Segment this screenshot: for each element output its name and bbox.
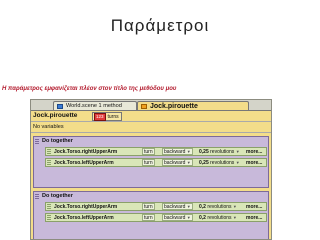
direction-dropdown[interactable]: backward ▼	[162, 214, 193, 221]
variables-row: No variables	[31, 122, 271, 133]
chevron-down-icon: ▼	[232, 204, 237, 209]
statement-row[interactable]: Jock.Torso.rightUpperArm turn backward ▼…	[45, 202, 267, 211]
more-button[interactable]: more...	[246, 214, 262, 222]
method-dropdown[interactable]: turn	[142, 203, 155, 210]
method-dropdown[interactable]: turn	[142, 159, 155, 166]
chevron-down-icon: ▼	[186, 204, 191, 209]
statement-target: Jock.Torso.rightUpperArm	[54, 204, 118, 210]
statement-row[interactable]: Jock.Torso.rightUpperArm turn backward ▼…	[45, 147, 267, 156]
alice-method-editor: World.scene 1 method Jock.pirouette Jock…	[30, 99, 272, 240]
statement-row[interactable]: Jock.Torso.leftUpperArm turn backward ▼ …	[45, 158, 267, 167]
do-together-block[interactable]: Do together Jock.Torso.rightUpperArm tur…	[33, 191, 269, 239]
parameter-name: turns	[107, 113, 119, 120]
amount-dropdown[interactable]: 0,25 revolutions ▼	[199, 159, 240, 167]
chevron-down-icon: ▼	[186, 160, 191, 165]
chevron-down-icon: ▼	[235, 160, 240, 165]
do-together-label: Do together	[42, 138, 73, 144]
drag-handle[interactable]	[47, 204, 51, 209]
method-dropdown[interactable]: turn	[142, 148, 155, 155]
parameter-turns[interactable]: 123 turns	[92, 112, 122, 121]
method-header: Jock.pirouette 123 turns	[31, 110, 271, 122]
editor-tabs: World.scene 1 method Jock.pirouette	[31, 100, 271, 110]
method-icon	[141, 104, 147, 109]
drag-handle[interactable]	[47, 215, 51, 220]
slide-title: Παράμετροι	[110, 16, 210, 35]
statement-target: Jock.Torso.leftUpperArm	[54, 215, 114, 221]
chevron-down-icon: ▼	[186, 215, 191, 220]
tab-label: World.scene 1 method	[66, 103, 122, 109]
statement-row[interactable]: Jock.Torso.leftUpperArm turn backward ▼ …	[45, 213, 267, 222]
tab-label: Jock.pirouette	[150, 103, 198, 110]
statement-target: Jock.Torso.rightUpperArm	[54, 149, 118, 155]
statement-target: Jock.Torso.leftUpperArm	[54, 160, 114, 166]
chevron-down-icon: ▼	[235, 149, 240, 154]
method-name: Jock.pirouette	[33, 112, 78, 119]
amount-dropdown[interactable]: 0,25 revolutions ▼	[199, 148, 240, 156]
tab-jock-pirouette[interactable]: Jock.pirouette	[137, 101, 249, 110]
drag-handle[interactable]	[35, 138, 39, 144]
amount-dropdown[interactable]: 0,2 revolutions ▼	[199, 203, 237, 211]
more-button[interactable]: more...	[246, 148, 262, 156]
direction-dropdown[interactable]: backward ▼	[162, 159, 193, 166]
more-button[interactable]: more...	[246, 203, 262, 211]
method-icon	[57, 104, 63, 109]
do-together-label: Do together	[42, 193, 73, 199]
method-dropdown[interactable]: turn	[142, 214, 155, 221]
drag-handle[interactable]	[47, 149, 51, 154]
amount-dropdown[interactable]: 0,2 revolutions ▼	[199, 214, 237, 222]
tab-world-scene-method[interactable]: World.scene 1 method	[53, 101, 137, 110]
drag-handle[interactable]	[47, 160, 51, 165]
chevron-down-icon: ▼	[232, 215, 237, 220]
number-type-chip: 123	[94, 112, 106, 121]
direction-dropdown[interactable]: backward ▼	[162, 148, 193, 155]
more-button[interactable]: more...	[246, 159, 262, 167]
chevron-down-icon: ▼	[186, 149, 191, 154]
do-together-block[interactable]: Do together Jock.Torso.rightUpperArm tur…	[33, 136, 269, 188]
drag-handle[interactable]	[35, 193, 39, 199]
direction-dropdown[interactable]: backward ▼	[162, 203, 193, 210]
slide-caption: Η παράμετρος εμφανίζεται πλέον στον τίτλ…	[2, 86, 177, 92]
method-body: Do together Jock.Torso.rightUpperArm tur…	[31, 133, 271, 239]
